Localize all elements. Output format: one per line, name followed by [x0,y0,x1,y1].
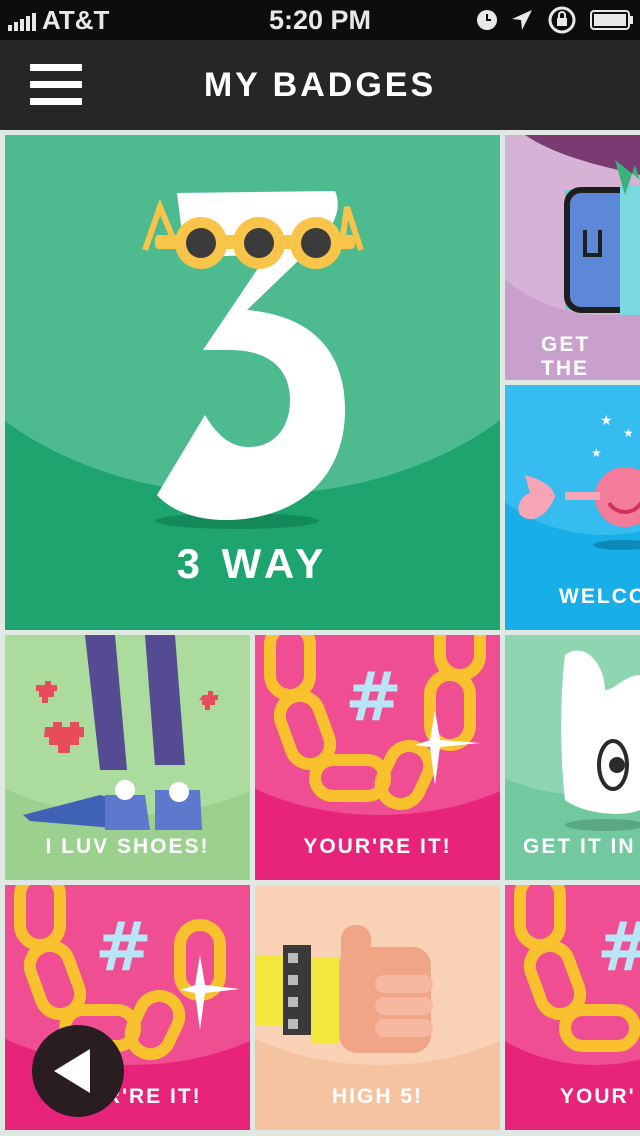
svg-text:★: ★ [600,413,613,429]
nav-bar: MY BADGES [0,40,640,130]
badge-get-it-in[interactable]: GET IT IN [505,635,640,880]
badge-label: YOUR'RE IT! [303,835,452,858]
badge-youre-it-3[interactable]: # YOUR' [505,885,640,1130]
badge-label: HIGH 5! [331,1085,423,1108]
battery-icon [590,10,633,30]
badge-get-the[interactable]: GET THE [505,135,640,380]
badge-label: GET THE [541,333,591,380]
badge-label: WELCO [559,585,640,608]
left-triangle-icon [54,1049,90,1093]
badge-youre-it[interactable]: # YOUR'RE IT! [255,635,500,880]
svg-text:#: # [95,908,152,987]
badge-label: I LUV SHOES! [45,835,210,858]
page-title: MY BADGES [203,66,437,104]
back-button[interactable] [32,1025,124,1117]
status-bar: AT&T 5:20 PM [0,0,640,40]
rotation-lock-icon [548,6,576,34]
badge-3-way[interactable]: 3 WAY [5,135,500,630]
svg-text:★: ★ [623,426,634,440]
badge-label: 3 WAY [176,540,329,587]
alarm-icon [477,10,497,30]
badge-high-5[interactable]: HIGH 5! [255,885,500,1130]
svg-text:★: ★ [591,446,602,460]
svg-text:#: # [597,908,640,987]
badge-label: GET IT IN [523,835,636,858]
badge-i-luv-shoes[interactable]: I LUV SHOES! [5,635,250,880]
svg-text:#: # [345,658,402,737]
location-arrow-icon [512,10,532,30]
badge-label: YOUR' [560,1085,636,1108]
badge-welcome[interactable]: ★ ★ ★ WELCO [505,385,640,630]
